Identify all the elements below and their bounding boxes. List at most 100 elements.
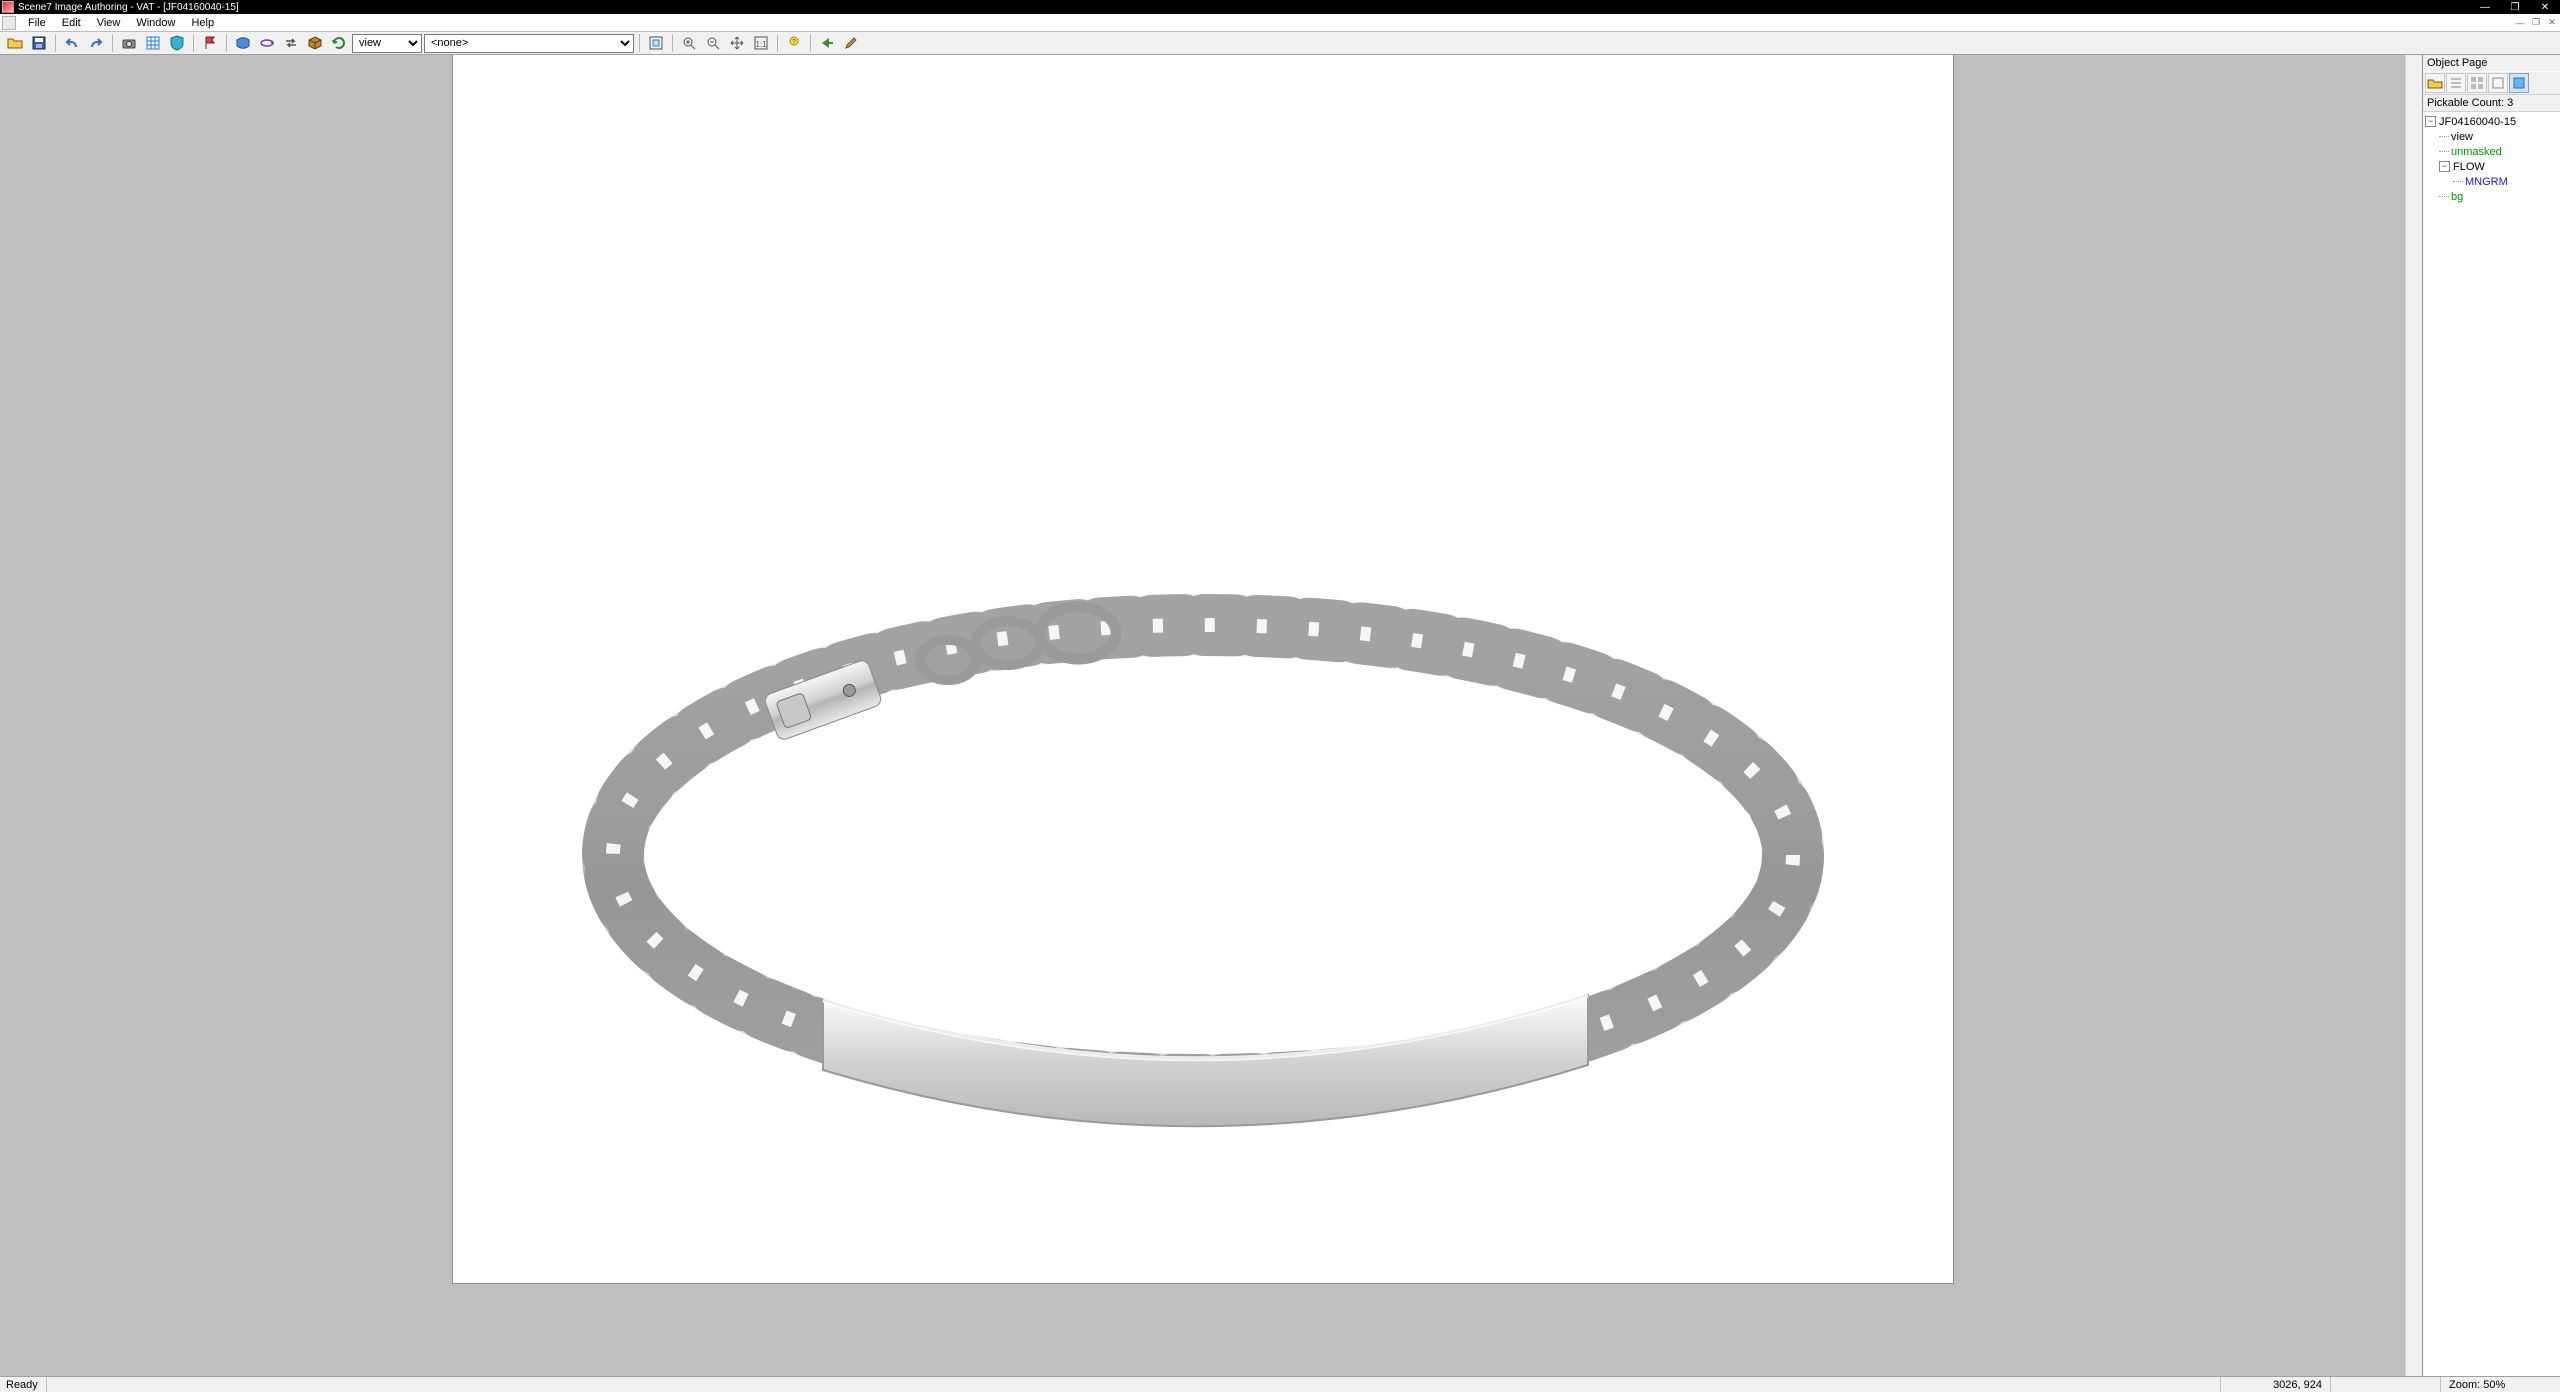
cube-icon	[307, 35, 323, 51]
pickable-count-label: Pickable Count: 3	[2423, 95, 2560, 112]
redo-button[interactable]	[85, 33, 107, 53]
help-button[interactable]: ?	[783, 33, 805, 53]
refresh-icon	[331, 35, 347, 51]
object-panel-title: Object Page	[2423, 55, 2560, 71]
panel-grid-button[interactable]	[2467, 73, 2487, 93]
menu-edit[interactable]: Edit	[54, 16, 89, 30]
tree-label: JF04160040-15	[2439, 116, 2516, 128]
work-area: Object Page Pickable Count: 3 − JF041600…	[0, 55, 2560, 1376]
window-maximize-button[interactable]: ❐	[2500, 0, 2530, 14]
vertical-scrollbar[interactable]	[2405, 55, 2422, 1376]
swap-arrows-icon	[283, 35, 299, 51]
pan-button[interactable]	[726, 33, 748, 53]
tree-node-view[interactable]: view	[2425, 129, 2558, 144]
title-bar: Scene7 Image Authoring - VAT - [JF041600…	[0, 0, 2560, 14]
tree-node-bg[interactable]: bg	[2425, 189, 2558, 204]
mdi-document-icon	[2, 16, 16, 30]
refresh-button[interactable]	[328, 33, 350, 53]
pan-arrows-icon	[729, 35, 745, 51]
back-arrow-icon	[819, 35, 835, 51]
status-gap	[2330, 1377, 2440, 1392]
status-ready: Ready	[0, 1377, 46, 1392]
open-button[interactable]	[4, 33, 26, 53]
tree-label: view	[2451, 131, 2473, 143]
panel-list-button[interactable]	[2446, 73, 2466, 93]
cube-button[interactable]	[304, 33, 326, 53]
product-image	[453, 55, 1953, 1283]
menu-window[interactable]: Window	[128, 16, 183, 30]
tree-node-unmasked[interactable]: unmasked	[2425, 144, 2558, 159]
tree-collapse-icon[interactable]: −	[2425, 116, 2436, 127]
spin-button[interactable]	[256, 33, 278, 53]
pano-button[interactable]	[232, 33, 254, 53]
menu-bar: File Edit View Window Help — ❐ ✕	[0, 14, 2560, 32]
tree-collapse-icon[interactable]: −	[2439, 161, 2450, 172]
status-spacer	[46, 1377, 2220, 1392]
zoom-in-icon	[681, 35, 697, 51]
tree-node-root[interactable]: − JF04160040-15	[2425, 114, 2558, 129]
object-panel-toolbar	[2423, 71, 2560, 95]
main-toolbar: view <none> 1:1 ?	[0, 32, 2560, 55]
panel-toggle-a-button[interactable]	[2488, 73, 2508, 93]
open-folder-icon	[7, 35, 23, 51]
list-lines-icon	[2448, 75, 2464, 91]
shield-icon	[169, 35, 185, 51]
save-floppy-icon	[31, 35, 47, 51]
edit-button[interactable]	[840, 33, 862, 53]
actual-pixels-button[interactable]: 1:1	[750, 33, 772, 53]
svg-text:1:1: 1:1	[755, 40, 767, 49]
status-bar: Ready 3026, 924 Zoom: 50%	[0, 1376, 2560, 1392]
highlight-icon	[2511, 75, 2527, 91]
mdi-restore-button[interactable]: ❐	[2528, 16, 2544, 30]
save-button[interactable]	[28, 33, 50, 53]
menu-view[interactable]: View	[89, 16, 129, 30]
camera-button[interactable]	[118, 33, 140, 53]
flag-icon	[202, 35, 218, 51]
status-zoom: Zoom: 50%	[2440, 1377, 2560, 1392]
undo-button[interactable]	[61, 33, 83, 53]
tree-label: unmasked	[2451, 146, 2502, 158]
thumbnails-icon	[2469, 75, 2485, 91]
undo-arrow-icon	[64, 35, 80, 51]
zoom-in-button[interactable]	[678, 33, 700, 53]
app-icon	[2, 1, 14, 13]
mdi-minimize-button[interactable]: —	[2512, 16, 2528, 30]
menu-file[interactable]: File	[20, 16, 54, 30]
panel-open-button[interactable]	[2425, 73, 2445, 93]
tree-label: bg	[2451, 191, 2463, 203]
preset-dropdown[interactable]: <none>	[424, 34, 634, 53]
zoom-out-icon	[705, 35, 721, 51]
zoom-out-button[interactable]	[702, 33, 724, 53]
tree-node-flow[interactable]: − FLOW	[2425, 159, 2558, 174]
fit-window-icon	[648, 35, 664, 51]
swap-button[interactable]	[280, 33, 302, 53]
shield-button[interactable]	[166, 33, 188, 53]
view-dropdown[interactable]: view	[352, 34, 422, 53]
grid-icon	[145, 35, 161, 51]
tree-node-mngrm[interactable]: MNGRM	[2425, 174, 2558, 189]
camera-icon	[121, 35, 137, 51]
open-folder-icon	[2427, 75, 2443, 91]
fit-button[interactable]	[645, 33, 667, 53]
square-icon	[2490, 75, 2506, 91]
tree-label: MNGRM	[2465, 176, 2508, 188]
window-close-button[interactable]: ✕	[2530, 0, 2560, 14]
window-minimize-button[interactable]: —	[2470, 0, 2500, 14]
grid-button[interactable]	[142, 33, 164, 53]
actual-pixels-icon: 1:1	[753, 35, 769, 51]
window-title: Scene7 Image Authoring - VAT - [JF041600…	[18, 2, 239, 13]
pencil-icon	[843, 35, 859, 51]
canvas-area[interactable]	[0, 55, 2405, 1376]
panel-highlight-button[interactable]	[2509, 73, 2529, 93]
tree-label: FLOW	[2453, 161, 2485, 173]
menu-help[interactable]: Help	[183, 16, 222, 30]
canvas-document[interactable]	[453, 55, 1953, 1283]
redo-arrow-icon	[88, 35, 104, 51]
status-coordinates: 3026, 924	[2220, 1377, 2330, 1392]
flag-button[interactable]	[199, 33, 221, 53]
object-tree[interactable]: − JF04160040-15 view unmasked − FLOW MNG…	[2423, 112, 2560, 1376]
mdi-close-button[interactable]: ✕	[2544, 16, 2560, 30]
back-button[interactable]	[816, 33, 838, 53]
svg-text:?: ?	[792, 39, 796, 46]
question-bulb-icon: ?	[786, 35, 802, 51]
